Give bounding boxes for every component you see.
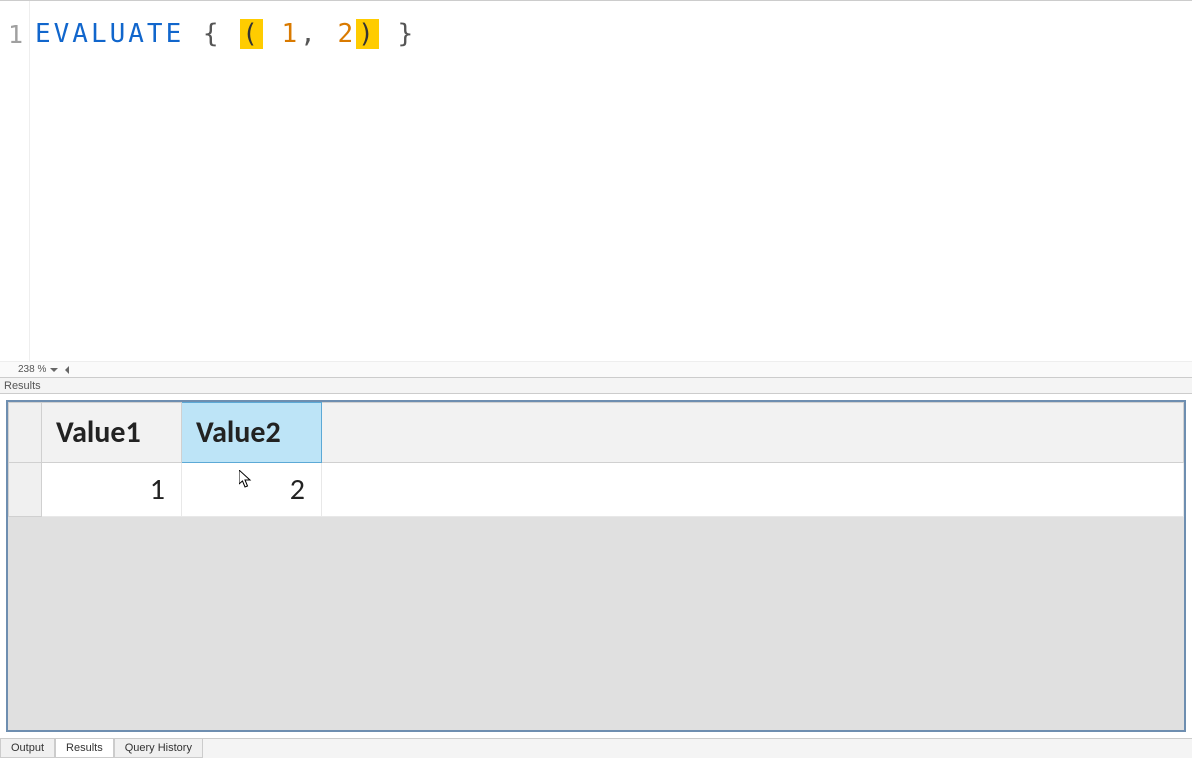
- grid-corner-cell[interactable]: [9, 403, 42, 463]
- token-number-1: 1: [282, 19, 301, 49]
- tab-label-results: Results: [66, 742, 103, 754]
- token-paren-open: (: [240, 19, 263, 49]
- tab-output[interactable]: Output: [0, 739, 55, 758]
- results-panel-label: Results: [0, 378, 1192, 394]
- results-pane: Value1 Value2 1 2: [0, 394, 1192, 738]
- grid-row-filler: [322, 463, 1184, 517]
- token-brace-close: }: [397, 19, 416, 49]
- tab-query-history[interactable]: Query History: [114, 739, 203, 758]
- grid-header-filler: [322, 403, 1184, 463]
- column-header-value2[interactable]: Value2: [182, 403, 322, 463]
- results-panel-title: Results: [4, 380, 41, 392]
- code-text-area[interactable]: EVALUATE { ( 1, 2) }: [30, 1, 1192, 361]
- editor-footer: 238 %: [0, 361, 1192, 377]
- results-grid-wrapper: Value1 Value2 1 2: [6, 400, 1186, 732]
- tab-label-output: Output: [11, 742, 44, 754]
- tab-label-query-history: Query History: [125, 742, 192, 754]
- grid-data-row[interactable]: 1 2: [9, 463, 1184, 517]
- results-grid[interactable]: Value1 Value2 1 2: [8, 402, 1184, 517]
- tab-results[interactable]: Results: [55, 739, 114, 758]
- cell-value1[interactable]: 1: [42, 463, 182, 517]
- zoom-level[interactable]: 238 %: [18, 364, 46, 375]
- token-comma: ,: [300, 19, 319, 49]
- token-paren-close: ): [356, 19, 379, 49]
- token-keyword: EVALUATE: [35, 19, 184, 49]
- row-selector[interactable]: [9, 463, 42, 517]
- token-brace-open: {: [203, 19, 222, 49]
- column-header-value1[interactable]: Value1: [42, 403, 182, 463]
- line-number: 1: [8, 20, 23, 49]
- bottom-tab-strip: Output Results Query History: [0, 738, 1192, 758]
- line-gutter: 1: [0, 1, 30, 361]
- cell-value2[interactable]: 2: [182, 463, 322, 517]
- code-editor-pane: 1 EVALUATE { ( 1, 2) } 238 %: [0, 0, 1192, 378]
- grid-header-row: Value1 Value2: [9, 403, 1184, 463]
- scroll-left-icon[interactable]: [65, 366, 69, 374]
- token-number-2: 2: [337, 19, 356, 49]
- chevron-down-icon[interactable]: [50, 365, 59, 374]
- editor-content: 1 EVALUATE { ( 1, 2) }: [0, 1, 1192, 361]
